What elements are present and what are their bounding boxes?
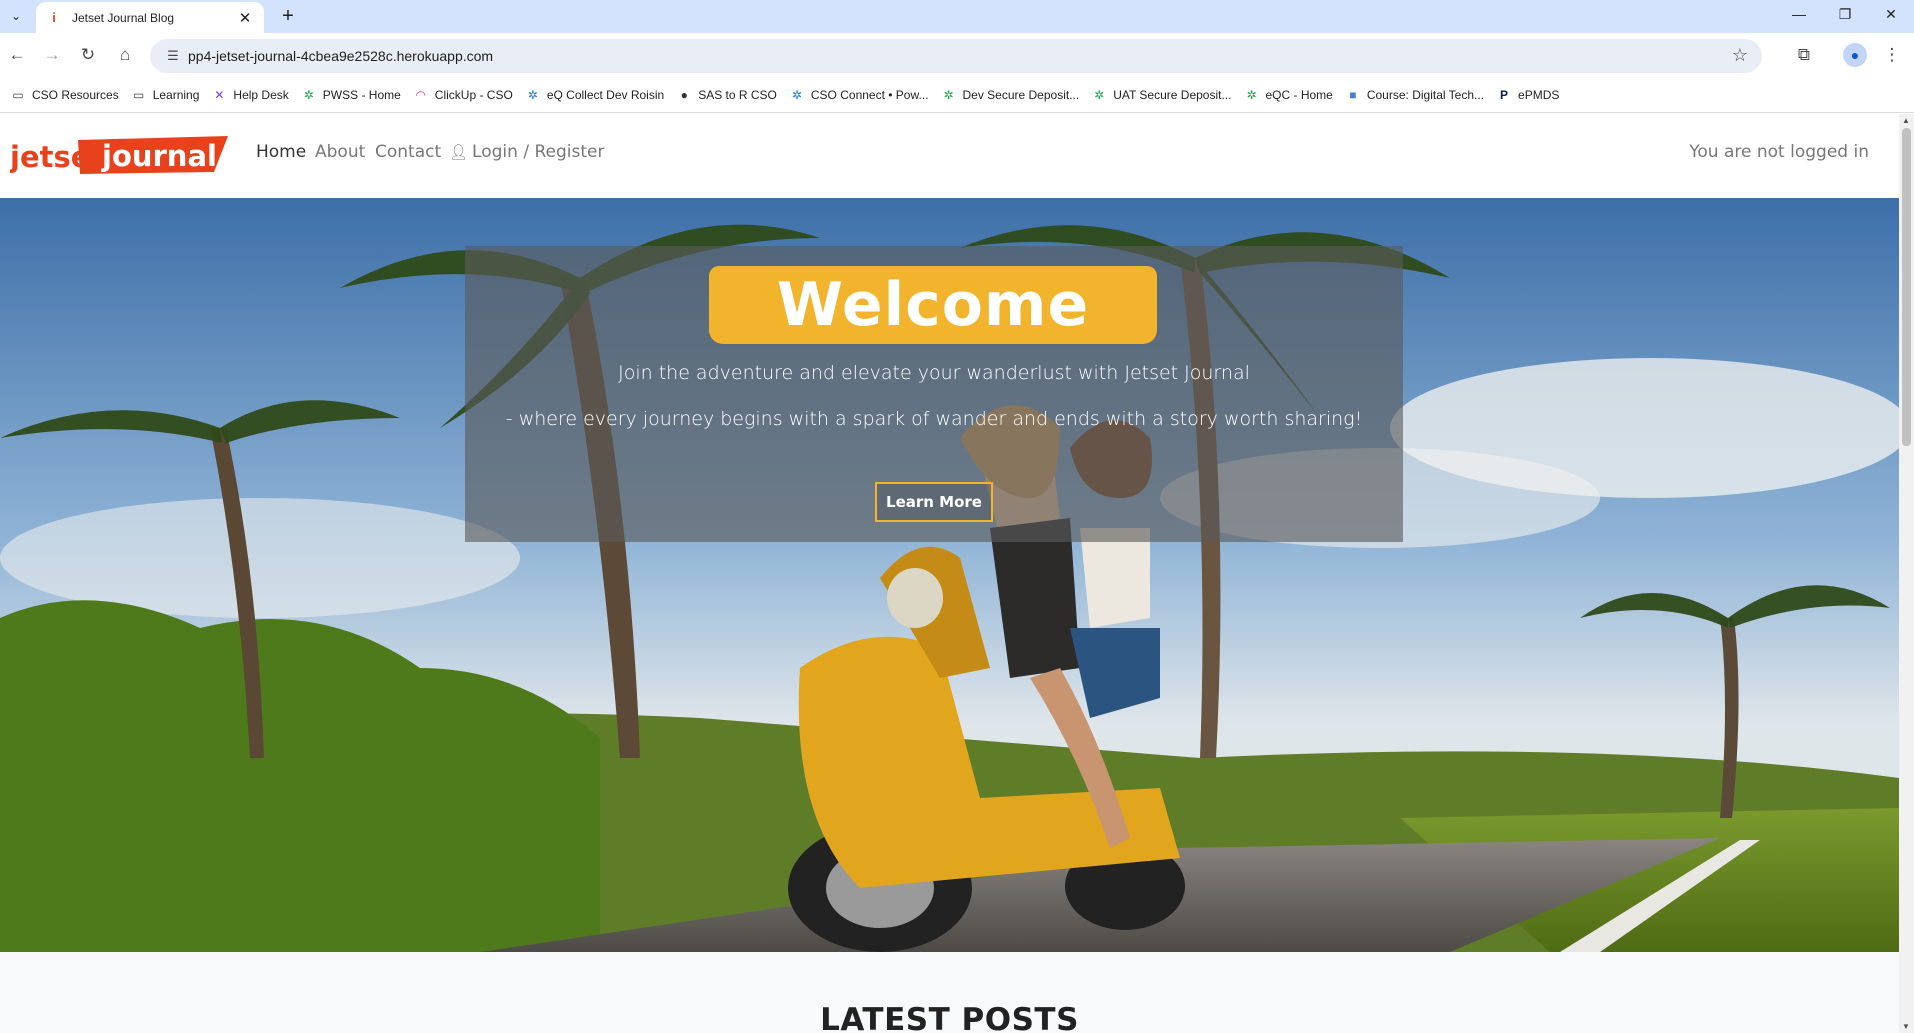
hero-section: Welcome Join the adventure and elevate y… (0, 198, 1899, 952)
bookmark-label: UAT Secure Deposit... (1113, 87, 1232, 102)
jetset-journal-logo[interactable]: jetset journal (10, 132, 232, 180)
bookmark-item[interactable]: ■ Course: Digital Tech... (1341, 82, 1492, 108)
welcome-banner: Welcome (709, 266, 1157, 344)
bookmarks-bar: ▭ CSO Resources ▭ Learning ✕ Help Desk ✲ PWSS -… (0, 77, 1914, 113)
window-close-icon[interactable]: ✕ (1868, 0, 1914, 28)
page-viewport: jetset journal Home About Contact 👤︎ Logi… (0, 114, 1914, 1033)
profile-avatar-icon[interactable]: ● (1843, 43, 1867, 67)
reload-icon[interactable]: ↻ (75, 42, 101, 68)
scroll-up-arrow-icon[interactable]: ▲ (1902, 116, 1910, 125)
restore-icon[interactable]: ❐ (1822, 0, 1868, 28)
new-tab-plus-icon[interactable]: + (276, 4, 300, 28)
folder-icon: ▭ (133, 87, 145, 102)
p-logo-icon: P (1500, 87, 1509, 102)
bookmark-label: Course: Digital Tech... (1366, 87, 1485, 102)
bookmark-star-icon[interactable]: ☆ (1732, 45, 1748, 66)
browser-toolbar: ← → ↻ ⌂ ☰ pp4-jetset-journal-4cbea9e2528… (0, 33, 1914, 77)
bookmark-item[interactable]: ✲ CSO Connect • Pow... (785, 82, 937, 108)
clickup-icon: ◠ (416, 87, 426, 102)
bookmark-item[interactable]: ✲ UAT Secure Deposit... (1087, 82, 1239, 108)
lock-icon: ■ (1349, 87, 1357, 102)
nav-contact-link[interactable]: Contact (375, 142, 441, 162)
bookmark-item[interactable]: PePMDS (1492, 82, 1567, 108)
minimize-icon[interactable]: — (1776, 0, 1822, 28)
tab-search-chevron-icon[interactable]: ⌄ (4, 4, 28, 28)
bookmark-item[interactable]: ✕ Help Desk (207, 82, 296, 108)
bookmark-item[interactable]: ✲ eQC - Home (1239, 82, 1340, 108)
bookmark-label: Learning (152, 87, 200, 102)
hero-overlay-box: Welcome Join the adventure and elevate y… (465, 246, 1403, 542)
pinwheel-icon: ✲ (527, 87, 538, 102)
scroll-down-arrow-icon[interactable]: ▼ (1902, 1022, 1910, 1031)
pinwheel-icon: ✲ (791, 87, 802, 102)
login-status-text: You are not logged in (1689, 142, 1869, 162)
hero-tagline-line-2: - where every journey begins with a spar… (505, 408, 1363, 430)
bookmark-item[interactable]: ✲ eQ Collect Dev Roisin (521, 82, 672, 108)
welcome-heading: Welcome (776, 270, 1090, 340)
logo-text-jetset: jetset (10, 140, 104, 174)
bookmark-label: Help Desk (233, 87, 289, 102)
folder-icon: ▭ (12, 87, 24, 102)
latest-posts-heading: LATEST POSTS (820, 1002, 1079, 1033)
address-bar[interactable]: ☰ pp4-jetset-journal-4cbea9e2528c.heroku… (150, 39, 1762, 73)
bookmark-item[interactable]: ▭ CSO Resources (6, 82, 127, 108)
pinwheel-icon: ✲ (303, 87, 314, 102)
login-register-label: Login / Register (472, 142, 605, 162)
bookmark-label: SAS to R CSO (698, 87, 777, 102)
tab-title: Jetset Journal Blog (72, 10, 175, 25)
bookmark-label: ePMDS (1518, 87, 1560, 102)
bookmark-label: eQC - Home (1265, 87, 1333, 102)
site-info-tune-icon[interactable]: ☰ (162, 46, 184, 66)
nav-home-link[interactable]: Home (256, 142, 306, 162)
x-logo-icon: ✕ (214, 87, 225, 102)
forward-arrow-icon[interactable]: → (39, 42, 65, 68)
bookmark-item[interactable]: ● SAS to R CSO (672, 82, 785, 108)
tab-close-icon[interactable]: ✕ (236, 9, 254, 27)
bookmark-label: Dev Secure Deposit... (962, 87, 1080, 102)
tab-strip: ⌄ i Jetset Journal Blog ✕ + — ❐ ✕ (0, 0, 1914, 33)
bookmark-label: ClickUp - CSO (434, 87, 513, 102)
page-scrollbar[interactable]: ▲ ▼ (1899, 114, 1914, 1033)
hero-tagline-line-1: Join the adventure and elevate your wand… (618, 362, 1250, 384)
bookmark-label: PWSS - Home (322, 87, 401, 102)
bookmark-item[interactable]: ▭ Learning (127, 82, 208, 108)
learn-more-button[interactable]: Learn More (875, 482, 993, 522)
globe-icon: ● (680, 87, 688, 102)
bookmark-label: CSO Resources (32, 87, 119, 102)
more-menu-icon[interactable]: ⋮ (1880, 43, 1904, 67)
url-text[interactable]: pp4-jetset-journal-4cbea9e2528c.herokuap… (188, 48, 493, 64)
pinwheel-icon: ✲ (1094, 87, 1105, 102)
logo-text-journal: journal (101, 139, 217, 173)
bookmark-item[interactable]: ◠ ClickUp - CSO (409, 82, 521, 108)
bookmark-item[interactable]: ✲ Dev Secure Deposit... (936, 82, 1087, 108)
site-navbar: jetset journal Home About Contact 👤︎ Logi… (0, 114, 1899, 198)
back-arrow-icon[interactable]: ← (4, 42, 30, 68)
scrollbar-thumb[interactable] (1902, 128, 1911, 446)
extensions-puzzle-icon[interactable]: ⧉ (1792, 43, 1816, 67)
pinwheel-icon: ✲ (1246, 87, 1257, 102)
bookmark-item[interactable]: ✲ PWSS - Home (297, 82, 409, 108)
bookmark-label: eQ Collect Dev Roisin (546, 87, 665, 102)
browser-tab-active[interactable]: i Jetset Journal Blog ✕ (36, 2, 264, 33)
user-icon: 👤︎ (449, 143, 469, 161)
home-icon[interactable]: ⌂ (112, 42, 138, 68)
nav-about-link[interactable]: About (315, 142, 365, 162)
nav-login-register-link[interactable]: 👤︎ Login / Register (449, 142, 604, 162)
pinwheel-icon: ✲ (943, 87, 954, 102)
bookmark-label: CSO Connect • Pow... (810, 87, 929, 102)
tab-favicon-icon: i (52, 10, 56, 25)
